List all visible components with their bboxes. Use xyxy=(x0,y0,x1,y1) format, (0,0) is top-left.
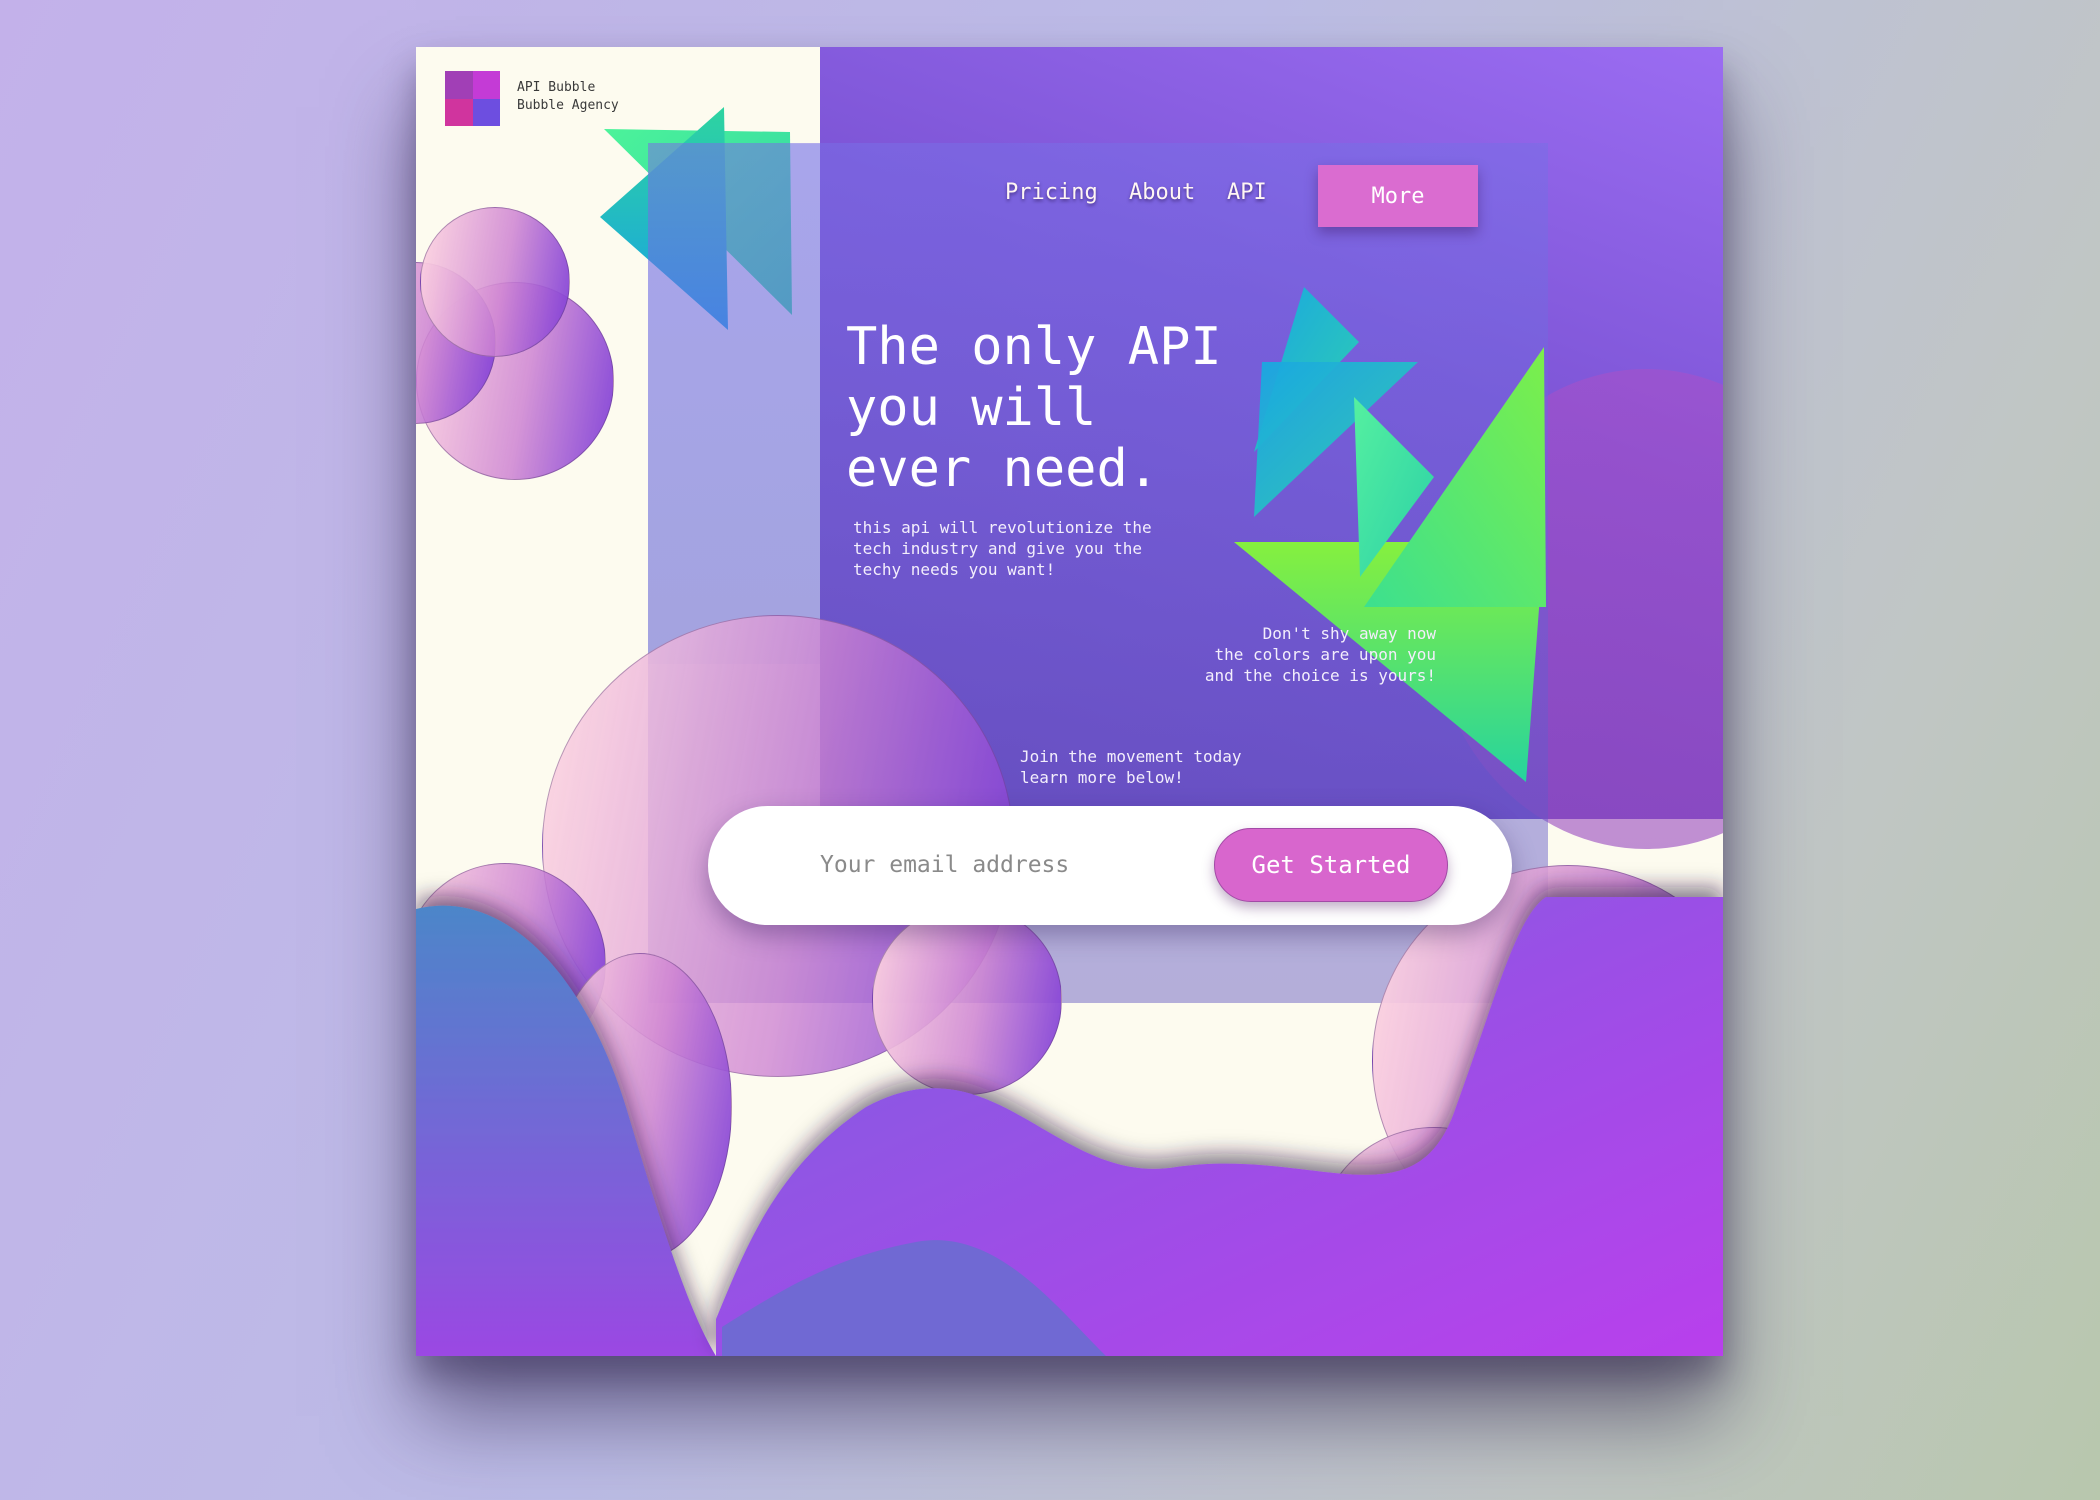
headline-line: The only API xyxy=(846,317,1222,377)
get-started-button[interactable]: Get Started xyxy=(1214,828,1448,902)
hero-call-out: Join the movement today learn more below… xyxy=(1020,747,1242,787)
brand-logo-icon[interactable] xyxy=(445,71,500,126)
brand-name: API Bubble xyxy=(517,80,596,95)
more-button[interactable]: More xyxy=(1318,165,1478,227)
email-input[interactable] xyxy=(818,844,1182,886)
headline-line: ever need. xyxy=(846,439,1160,499)
decorative-wave-blob xyxy=(416,897,1723,1356)
brand-agency: Bubble Agency xyxy=(517,98,619,113)
hero-headline: The only API you will ever need. xyxy=(846,317,1306,500)
landing-page-card: API Bubble Bubble Agency Pricing About A… xyxy=(416,47,1723,1356)
hero-description: this api will revolutionize the tech ind… xyxy=(853,518,1152,579)
nav-link-api[interactable]: API xyxy=(1227,180,1267,205)
brand-text: API Bubble Bubble Agency xyxy=(517,79,619,115)
hero-tagline: Don't shy away now the colors are upon y… xyxy=(1204,624,1436,685)
email-signup-bar: Get Started xyxy=(708,806,1512,925)
nav-link-pricing[interactable]: Pricing xyxy=(1005,180,1098,205)
headline-line: you will xyxy=(846,378,1097,438)
nav-link-about[interactable]: About xyxy=(1129,180,1195,205)
